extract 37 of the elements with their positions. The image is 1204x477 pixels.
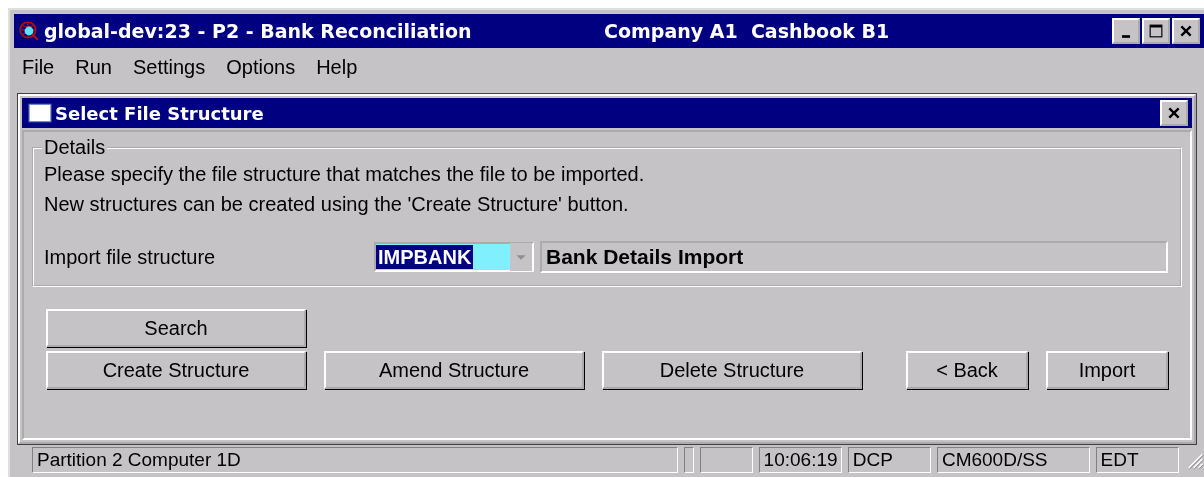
dialog-button[interactable]: Import: [1046, 351, 1168, 389]
close-button[interactable]: [1160, 100, 1188, 126]
menu-item[interactable]: Options: [226, 56, 296, 82]
description-field: Bank Details Import: [540, 241, 1168, 273]
dialog-button[interactable]: Create Structure: [46, 351, 306, 389]
status-panel: EDT: [1095, 447, 1179, 473]
structure-dropdown[interactable]: IMPBANK: [374, 242, 534, 272]
dialog-button[interactable]: < Back: [906, 351, 1028, 389]
dialog-button[interactable]: Amend Structure: [324, 351, 584, 389]
dialog-title: Select File Structure: [55, 102, 264, 124]
close-button[interactable]: [1172, 18, 1200, 44]
close-icon: [1179, 24, 1193, 38]
instruction-text: New structures can be created using the 'Create Structure' button.: [44, 192, 630, 217]
dialog-button[interactable]: Delete Structure: [602, 351, 862, 389]
window-context: Company A1 Cashbook B1: [604, 20, 890, 42]
field-label: Import file structure: [44, 245, 217, 269]
status-panel: [700, 447, 753, 473]
maximize-button[interactable]: [1142, 18, 1170, 44]
status-panel: 10:06:19: [758, 447, 842, 473]
globe-magnifier-icon: [18, 20, 40, 42]
menu-item[interactable]: File: [22, 56, 55, 82]
window-icon: [28, 103, 52, 123]
status-panel: DCP: [847, 447, 931, 473]
instruction-text: Please specify the file structure that matches the file to be imported.: [44, 162, 646, 187]
window-title: global-dev:23 - P2 - Bank Reconciliation: [44, 20, 473, 42]
maximize-icon: [1149, 24, 1163, 38]
status-panel: [684, 447, 695, 473]
menu-item[interactable]: Run: [75, 56, 112, 82]
status-panel: Partition 2 Computer 1D: [32, 447, 679, 473]
menu-item[interactable]: Help: [316, 56, 358, 82]
close-icon: [1167, 106, 1181, 120]
minimize-button[interactable]: [1112, 18, 1140, 44]
minimize-icon: [1122, 34, 1130, 38]
search-button[interactable]: Search: [46, 309, 306, 347]
status-panel: CM600D/SS: [936, 447, 1090, 473]
group-label: Details: [43, 136, 107, 159]
menu-item[interactable]: Settings: [132, 56, 206, 82]
